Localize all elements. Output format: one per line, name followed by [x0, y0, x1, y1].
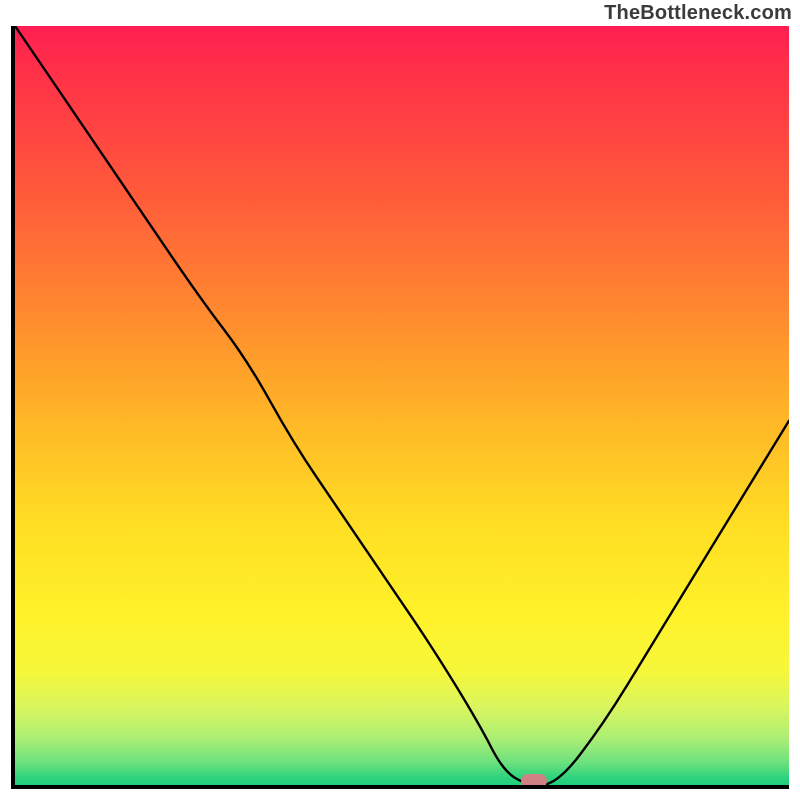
- attribution-label: TheBottleneck.com: [604, 2, 792, 25]
- bottleneck-curve: [15, 26, 789, 785]
- chart-container: TheBottleneck.com: [0, 0, 800, 800]
- optimal-marker: [521, 774, 547, 788]
- curve-path: [15, 26, 789, 785]
- plot-area: [11, 26, 789, 789]
